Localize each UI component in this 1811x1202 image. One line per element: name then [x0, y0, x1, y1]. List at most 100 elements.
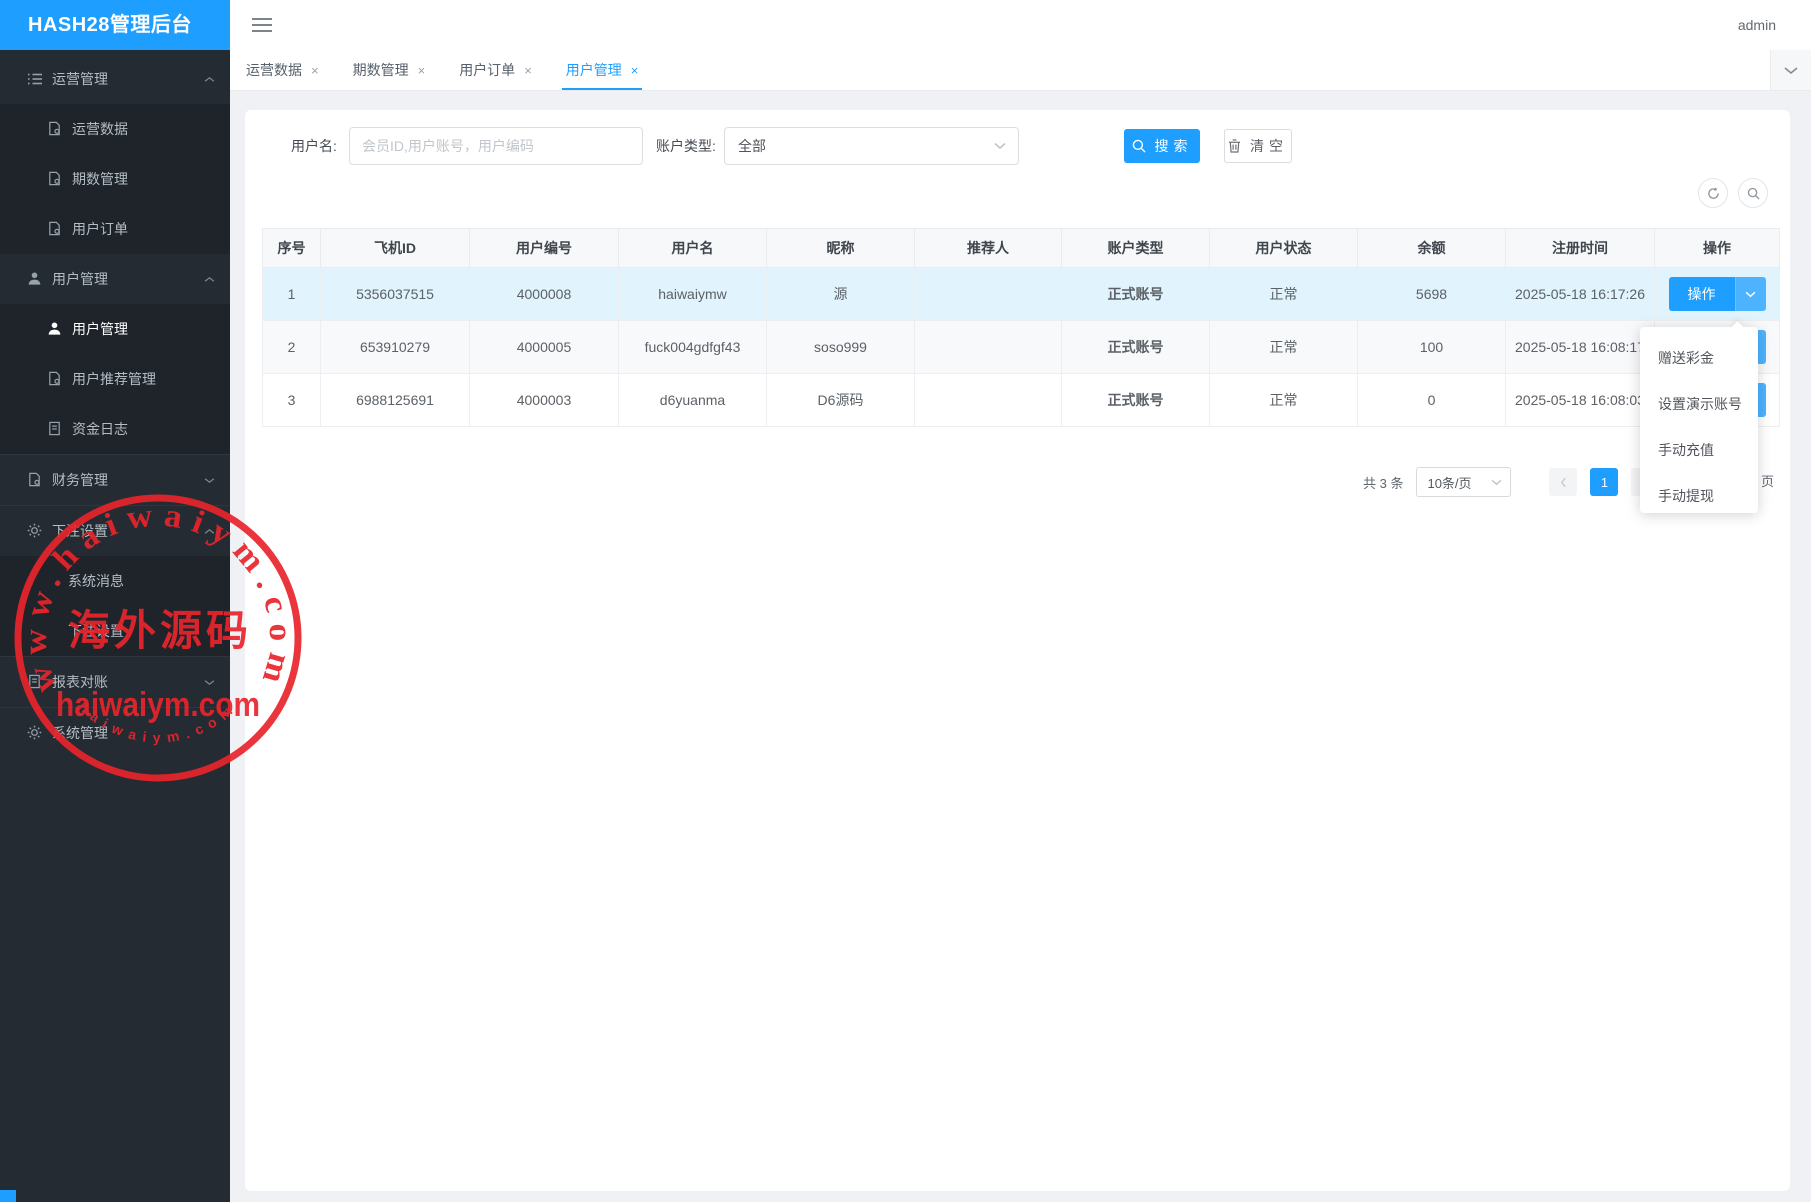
- menu-item-manual-withdraw[interactable]: 手动提现: [1640, 473, 1758, 519]
- page-size-select[interactable]: 10条/页: [1416, 467, 1511, 497]
- sidebar-item-operation-data[interactable]: 运营数据: [0, 104, 230, 154]
- cell-username: d6yuanma: [619, 374, 767, 427]
- table-header-row: 序号 飞机ID 用户编号 用户名 昵称 推荐人 账户类型 用户状态 余额 注册时…: [263, 229, 1780, 268]
- app-logo: HASH28管理后台: [0, 0, 230, 50]
- sidebar-menu: 运营管理 运营数据 期数管理 用户订单 用户管理: [0, 50, 230, 758]
- col-header: 昵称: [767, 229, 915, 268]
- tab-label: 期数管理: [353, 60, 409, 80]
- sidebar-item-label: 运营数据: [72, 119, 128, 139]
- cell-user-no: 4000008: [470, 268, 619, 321]
- sidebar-item-operations[interactable]: 运营管理: [0, 54, 230, 104]
- cell-referrer: [915, 321, 1062, 374]
- document-gear-icon: [47, 121, 63, 137]
- cell-referrer: [915, 374, 1062, 427]
- tab-label: 用户订单: [459, 60, 515, 80]
- sidebar-item-referral-mgmt[interactable]: 用户推荐管理: [0, 354, 230, 404]
- cell-account-type: 正式账号: [1062, 374, 1210, 427]
- menu-item-gift-bonus[interactable]: 赠送彩金: [1640, 335, 1758, 381]
- cell-balance: 5698: [1358, 268, 1506, 321]
- col-header: 飞机ID: [321, 229, 470, 268]
- col-header: 账户类型: [1062, 229, 1210, 268]
- cell-nickname: soso999: [767, 321, 915, 374]
- user-mgmt-panel: 用户名: 账户类型: 全部 搜索 清空: [245, 110, 1790, 1191]
- cell-register-time: 2025-05-18 16:08:17: [1506, 321, 1655, 374]
- hamburger-menu-icon[interactable]: [252, 17, 272, 33]
- tab-user-orders[interactable]: 用户订单 ×: [457, 50, 534, 90]
- user-menu[interactable]: admin: [1738, 0, 1776, 50]
- search-button[interactable]: 搜索: [1124, 129, 1200, 163]
- sidebar-item-bet-settings-child[interactable]: 下注设置: [0, 606, 230, 656]
- sidebar-corner-handle[interactable]: [0, 1190, 16, 1202]
- sidebar-item-finance-mgmt[interactable]: 财务管理: [0, 454, 230, 505]
- tab-period-mgmt[interactable]: 期数管理 ×: [351, 50, 428, 90]
- list-icon: [27, 71, 43, 87]
- column-search-button[interactable]: [1738, 178, 1768, 208]
- cell-register-time: 2025-05-18 16:17:26: [1506, 268, 1655, 321]
- sidebar-item-label: 下注设置: [52, 521, 108, 541]
- close-icon[interactable]: ×: [418, 63, 426, 78]
- sidebar-item-system-mgmt[interactable]: 系统管理: [0, 707, 230, 758]
- sidebar-item-label: 用户订单: [72, 219, 128, 239]
- sidebar-item-label: 下注设置: [68, 621, 124, 641]
- cell-index: 3: [263, 374, 321, 427]
- sidebar-item-user-orders[interactable]: 用户订单: [0, 204, 230, 254]
- document-icon: [27, 674, 43, 690]
- refresh-button[interactable]: [1698, 178, 1728, 208]
- menu-item-set-demo-account[interactable]: 设置演示账号: [1640, 381, 1758, 427]
- tab-user-mgmt[interactable]: 用户管理 ×: [564, 50, 641, 90]
- col-header: 推荐人: [915, 229, 1062, 268]
- sidebar-item-label: 财务管理: [52, 470, 108, 490]
- jump-page-suffix: 页: [1761, 467, 1774, 497]
- close-icon[interactable]: ×: [524, 63, 532, 78]
- col-header: 注册时间: [1506, 229, 1655, 268]
- sidebar: HASH28管理后台 运营管理 运营数据 期数管理 用户订单: [0, 0, 230, 1202]
- sidebar-submenu-operations: 运营数据 期数管理 用户订单: [0, 104, 230, 254]
- cell-telegram-id: 653910279: [321, 321, 470, 374]
- chevron-down-icon: [204, 477, 215, 484]
- tab-label: 运营数据: [246, 60, 302, 80]
- cell-nickname: 源: [767, 268, 915, 321]
- cell-nickname: D6源码: [767, 374, 915, 427]
- current-page-button[interactable]: 1: [1590, 468, 1618, 496]
- sidebar-submenu-user-mgmt: 用户管理 用户推荐管理 资金日志: [0, 304, 230, 454]
- search-icon: [1747, 187, 1760, 200]
- col-header: 序号: [263, 229, 321, 268]
- cell-account-type: 正式账号: [1062, 321, 1210, 374]
- top-header: admin: [230, 0, 1811, 51]
- sidebar-item-period-mgmt[interactable]: 期数管理: [0, 154, 230, 204]
- table-row[interactable]: 3 6988125691 4000003 d6yuanma D6源码 正式账号 …: [263, 374, 1780, 427]
- table-row[interactable]: 2 653910279 4000005 fuck004gdfgf43 soso9…: [263, 321, 1780, 374]
- sidebar-submenu-bet-settings: 系统消息 下注设置: [0, 556, 230, 656]
- account-type-select[interactable]: 全部: [724, 127, 1019, 165]
- pagination: 共 3 条 10条/页 1: [1363, 467, 1659, 497]
- action-button-label[interactable]: 操作: [1669, 277, 1736, 311]
- table-row[interactable]: 1 5356037515 4000008 haiwaiymw 源 正式账号 正常…: [263, 268, 1780, 321]
- clear-button[interactable]: 清空: [1224, 129, 1292, 163]
- document-gear-icon: [47, 221, 63, 237]
- sidebar-item-bet-settings[interactable]: 下注设置: [0, 505, 230, 556]
- menu-item-manual-deposit[interactable]: 手动充值: [1640, 427, 1758, 473]
- close-icon[interactable]: ×: [631, 63, 639, 78]
- cell-user-status: 正常: [1210, 268, 1358, 321]
- username-input[interactable]: [349, 127, 643, 165]
- cell-index: 1: [263, 268, 321, 321]
- sidebar-item-fund-log[interactable]: 资金日志: [0, 404, 230, 454]
- prev-page-button[interactable]: [1549, 468, 1577, 496]
- action-split-button[interactable]: 操作: [1669, 277, 1766, 311]
- sidebar-item-system-messages[interactable]: 系统消息: [0, 556, 230, 606]
- gear-icon: [27, 725, 43, 741]
- cell-register-time: 2025-05-18 16:08:03: [1506, 374, 1655, 427]
- chevron-down-icon[interactable]: [1736, 277, 1766, 311]
- sidebar-item-label: 系统消息: [68, 571, 124, 591]
- sidebar-item-label: 报表对账: [52, 672, 108, 692]
- account-type-value: 全部: [725, 136, 766, 156]
- sidebar-item-report-reconciliation[interactable]: 报表对账: [0, 656, 230, 707]
- sidebar-item-label: 用户管理: [52, 269, 108, 289]
- cell-balance: 100: [1358, 321, 1506, 374]
- sidebar-item-user-mgmt[interactable]: 用户管理: [0, 254, 230, 304]
- sidebar-item-user-mgmt-child[interactable]: 用户管理: [0, 304, 230, 354]
- tab-operation-data[interactable]: 运营数据 ×: [244, 50, 321, 90]
- tab-overflow-button[interactable]: [1770, 50, 1811, 90]
- account-type-label: 账户类型:: [656, 127, 716, 165]
- close-icon[interactable]: ×: [311, 63, 319, 78]
